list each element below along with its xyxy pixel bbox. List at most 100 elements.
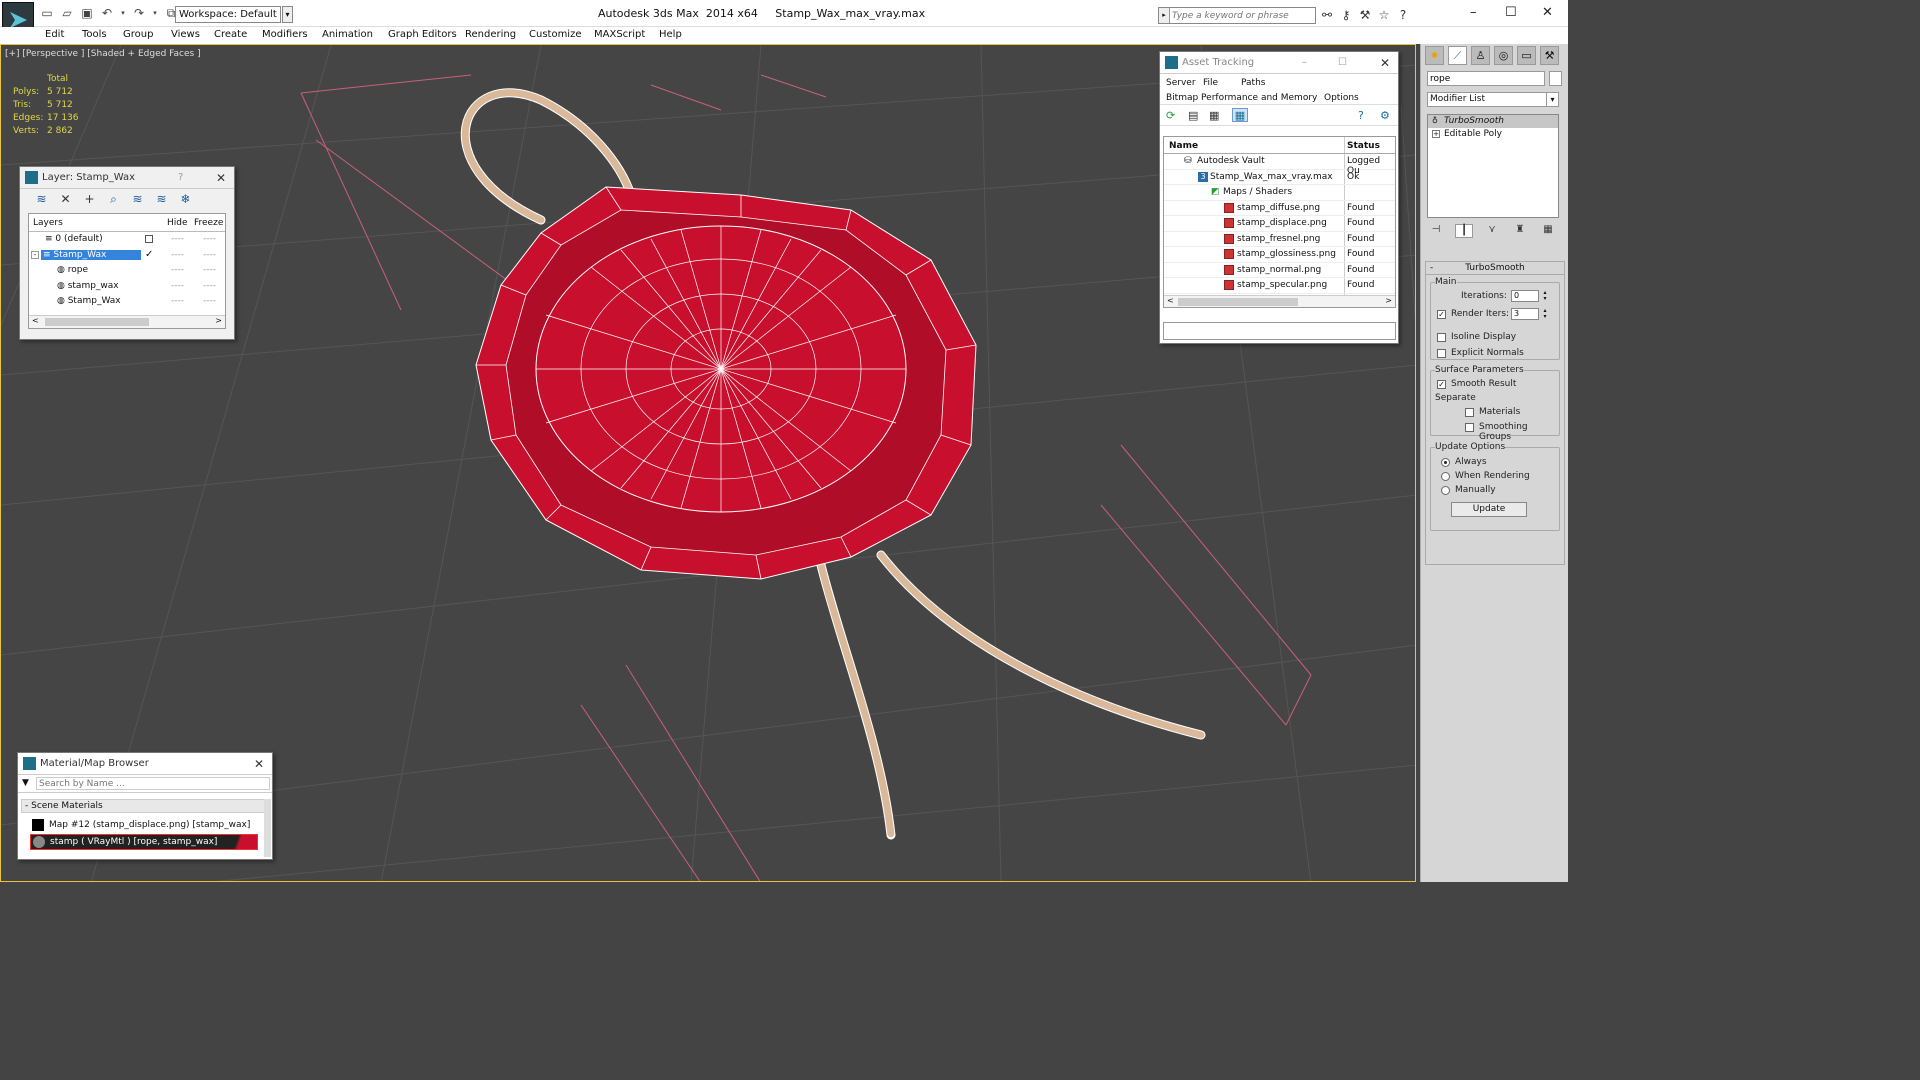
update-button[interactable]: Update bbox=[1451, 502, 1527, 517]
remove-modifier-icon[interactable]: ♜ bbox=[1511, 224, 1529, 238]
horizontal-scrollbar[interactable]: < > bbox=[1164, 295, 1395, 307]
checkmark-icon[interactable]: ✓ bbox=[145, 249, 153, 260]
asset-row[interactable]: stamp_displace.png Found bbox=[1164, 216, 1395, 232]
save-file-icon[interactable]: ▣ bbox=[80, 6, 94, 20]
pin-stack-icon[interactable]: ⊣ bbox=[1427, 224, 1445, 238]
layer-row[interactable]: ◍ Stamp_Wax ---- ---- bbox=[29, 294, 225, 310]
object-color-swatch[interactable] bbox=[1549, 71, 1562, 86]
scroll-left-icon[interactable]: < bbox=[32, 316, 39, 325]
binoculars-icon[interactable]: ⚯ bbox=[1320, 8, 1334, 22]
highlight-layer-icon[interactable]: ≋ bbox=[130, 192, 145, 207]
layer-row[interactable]: ≡ 0 (default) ---- ---- bbox=[29, 232, 225, 248]
workspace-dropdown-icon[interactable]: ▾ bbox=[282, 6, 293, 23]
subscription-icon[interactable]: ⚷ bbox=[1339, 8, 1353, 22]
smoothing-groups-checkbox[interactable] bbox=[1465, 423, 1474, 432]
spinner-arrows-icon[interactable]: ▴ ▾ bbox=[1541, 290, 1549, 302]
thumbnail-view-icon[interactable]: ▦ bbox=[1209, 109, 1219, 122]
hide-toggle[interactable]: ---- bbox=[171, 234, 184, 244]
menu-create[interactable]: Create bbox=[214, 29, 247, 40]
freeze-toggle[interactable]: ---- bbox=[203, 281, 216, 291]
close-icon[interactable]: ✕ bbox=[1380, 52, 1390, 74]
scroll-thumb[interactable] bbox=[45, 318, 149, 326]
layer-row[interactable]: ◍ stamp_wax ---- ---- bbox=[29, 279, 225, 295]
rollout-header[interactable]: - TurboSmooth bbox=[1426, 262, 1564, 275]
menu-graph-editors[interactable]: Graph Editors bbox=[388, 29, 457, 40]
render-iters-spinner[interactable]: 3 bbox=[1511, 308, 1539, 320]
hierarchy-tab-icon[interactable]: ♙ bbox=[1471, 46, 1490, 65]
menu-paths[interactable]: Paths bbox=[1241, 78, 1265, 88]
undo-icon[interactable]: ↶ bbox=[100, 6, 114, 20]
motion-tab-icon[interactable]: ◎ bbox=[1494, 46, 1513, 65]
asset-row[interactable]: stamp_glossiness.png Found bbox=[1164, 247, 1395, 263]
help-icon[interactable]: ? bbox=[1396, 8, 1410, 22]
scroll-right-icon[interactable]: > bbox=[215, 316, 222, 325]
refresh-icon[interactable]: ⟳ bbox=[1166, 109, 1175, 122]
stack-item-editable-poly[interactable]: + Editable Poly bbox=[1428, 128, 1558, 141]
menu-animation[interactable]: Animation bbox=[322, 29, 373, 40]
undo-dropdown-icon[interactable]: ▾ bbox=[120, 6, 126, 20]
vertical-scrollbar[interactable] bbox=[264, 799, 271, 857]
menu-modifiers[interactable]: Modifiers bbox=[262, 29, 308, 40]
asset-row[interactable]: ⛁ Autodesk Vault Logged Ou bbox=[1164, 154, 1395, 176]
freeze-toggle[interactable]: ---- bbox=[203, 265, 216, 275]
viewport-label[interactable]: [+] [Perspective ] [Shaded + Edged Faces… bbox=[5, 49, 201, 59]
material-search-input[interactable] bbox=[36, 777, 270, 790]
hide-all-layers-icon[interactable]: ≋ bbox=[154, 192, 169, 207]
minimize-icon[interactable]: – bbox=[1470, 5, 1477, 20]
asset-panel-titlebar[interactable]: Asset Tracking – ☐ ✕ bbox=[1160, 52, 1398, 74]
close-icon[interactable]: ✕ bbox=[1542, 5, 1553, 20]
menu-group[interactable]: Group bbox=[123, 29, 153, 40]
material-list-item[interactable]: Map #12 (stamp_displace.png) [stamp_wax] bbox=[30, 818, 258, 833]
hide-toggle[interactable]: ---- bbox=[171, 265, 184, 275]
menu-file[interactable]: File bbox=[1203, 78, 1218, 88]
lightbulb-icon[interactable]: ♁ bbox=[1432, 117, 1440, 125]
freeze-toggle[interactable]: ---- bbox=[203, 296, 216, 306]
maximize-icon[interactable]: ☐ bbox=[1505, 5, 1517, 20]
utilities-tab-icon[interactable]: ⚒ bbox=[1540, 46, 1559, 65]
scroll-thumb[interactable] bbox=[1178, 298, 1298, 306]
add-to-layer-icon[interactable]: + bbox=[82, 192, 97, 207]
layer-panel-titlebar[interactable]: Layer: Stamp_Wax ? ✕ bbox=[20, 167, 234, 189]
redo-dropdown-icon[interactable]: ▾ bbox=[152, 6, 158, 20]
materials-checkbox[interactable] bbox=[1465, 408, 1474, 417]
asset-path-field[interactable] bbox=[1163, 322, 1396, 340]
material-browser-titlebar[interactable]: Material/Map Browser ✕ bbox=[18, 753, 272, 775]
close-icon[interactable]: ✕ bbox=[216, 167, 226, 189]
col-hide[interactable]: Hide bbox=[167, 218, 188, 228]
col-status[interactable]: Status bbox=[1347, 141, 1380, 151]
menu-customize[interactable]: Customize bbox=[529, 29, 582, 40]
asset-row[interactable]: 3 Stamp_Wax_max_vray.max Ok bbox=[1164, 170, 1395, 185]
collapse-icon[interactable]: - bbox=[31, 250, 39, 259]
scroll-left-icon[interactable]: < bbox=[1167, 296, 1174, 305]
col-name[interactable]: Name bbox=[1169, 141, 1198, 151]
scroll-right-icon[interactable]: > bbox=[1385, 296, 1392, 305]
asset-row[interactable]: stamp_normal.png Found bbox=[1164, 263, 1395, 278]
freeze-all-layers-icon[interactable]: ❄ bbox=[178, 192, 193, 207]
configure-modifier-sets-icon[interactable]: ▦ bbox=[1539, 224, 1557, 238]
delete-layer-icon[interactable]: ✕ bbox=[58, 192, 73, 207]
col-layers[interactable]: Layers bbox=[33, 218, 63, 228]
minimize-icon[interactable]: – bbox=[1302, 52, 1307, 74]
maximize-icon[interactable]: ☐ bbox=[1338, 52, 1347, 74]
redo-icon[interactable]: ↷ bbox=[132, 6, 146, 20]
menu-tools[interactable]: Tools bbox=[82, 29, 107, 40]
spinner-arrows-icon[interactable]: ▴ ▾ bbox=[1541, 308, 1549, 320]
create-layer-icon[interactable]: ≋ bbox=[34, 192, 49, 207]
help-icon[interactable]: ? bbox=[1358, 109, 1364, 122]
communication-icon[interactable]: ⚒ bbox=[1358, 8, 1372, 22]
modifier-list-dropdown[interactable]: Modifier List ▾ bbox=[1427, 92, 1559, 107]
new-file-icon[interactable]: ▭ bbox=[40, 6, 54, 20]
menu-edit[interactable]: Edit bbox=[45, 29, 64, 40]
list-view-icon[interactable]: ▤ bbox=[1188, 109, 1198, 122]
show-end-result-icon[interactable]: ┃ bbox=[1455, 224, 1473, 238]
asset-row[interactable]: stamp_specular.png Found bbox=[1164, 278, 1395, 294]
isoline-display-checkbox[interactable] bbox=[1437, 333, 1446, 342]
menu-maxscript[interactable]: MAXScript bbox=[594, 29, 645, 40]
keyword-search-input[interactable] bbox=[1172, 8, 1314, 23]
menu-rendering[interactable]: Rendering bbox=[465, 29, 516, 40]
expand-icon[interactable]: + bbox=[1432, 130, 1440, 138]
when-rendering-radio[interactable] bbox=[1441, 472, 1450, 481]
object-name-field[interactable] bbox=[1427, 71, 1545, 86]
asset-row[interactable]: stamp_diffuse.png Found bbox=[1164, 201, 1395, 216]
current-layer-icon[interactable] bbox=[145, 235, 153, 243]
